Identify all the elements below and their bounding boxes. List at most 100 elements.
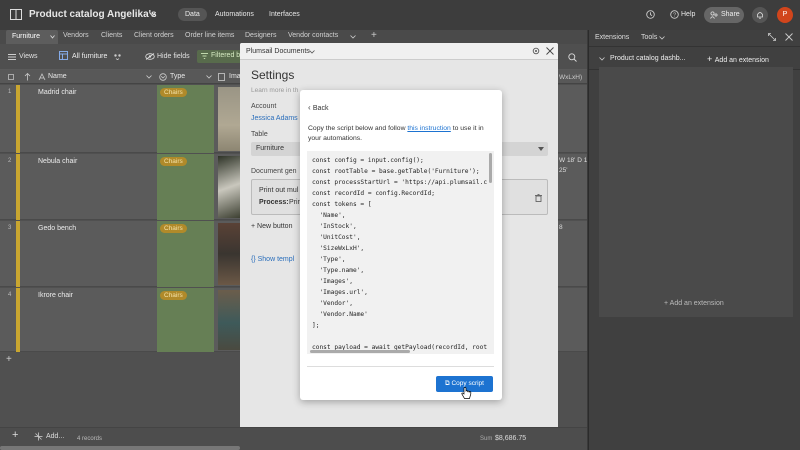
hide-fields-icon[interactable] [145,53,155,60]
show-template-label: Show templ [257,256,295,263]
nav-data[interactable]: Data [178,8,207,21]
sum-label: Sum [480,436,493,442]
tab-tools[interactable]: Tools [641,34,657,41]
tab-clients[interactable]: Clients [101,32,122,39]
expand-icon[interactable] [768,33,776,41]
chevron-down-icon[interactable] [599,57,605,61]
add-row-icon[interactable]: + [6,354,12,365]
view-switcher[interactable] [59,51,68,60]
tab-label: Furniture [12,33,41,40]
instructions: Copy the script below and follow this in… [308,124,496,144]
code-block[interactable]: const config = input.config(); const roo… [307,151,494,354]
back-label: Back [312,105,329,112]
avatar[interactable]: P [777,7,793,23]
add-extension-center[interactable]: + Add an extension [664,300,724,307]
code-line: ]; [312,322,320,329]
tab-designers[interactable]: Designers [245,32,277,39]
horizontal-scrollbar[interactable] [310,350,410,353]
row-number: 2 [8,158,12,164]
chevron-down-icon[interactable] [309,50,315,54]
account-link[interactable]: Jessica Adams [251,115,298,122]
tables-chevron-icon[interactable] [350,35,356,39]
show-template-link[interactable]: {} Show templ [251,256,294,263]
row-name[interactable]: Madrid chair [38,89,77,96]
row-name[interactable]: Ikrore chair [38,292,73,299]
gear-icon[interactable] [532,47,540,55]
tab-vendors[interactable]: Vendors [63,32,89,39]
column-type[interactable]: Type [170,73,185,80]
tab-client-orders[interactable]: Client orders [134,32,174,39]
history-icon[interactable] [646,10,655,19]
tab-furniture[interactable]: Furniture [6,30,58,44]
modal-header: Plumsail Documents [240,43,558,60]
tab-extensions[interactable]: Extensions [595,34,629,41]
row-number: 4 [8,292,12,298]
row-name[interactable]: Gedo bench [38,225,76,232]
table-label: Table [251,131,268,138]
help-link[interactable]: Help [681,11,695,18]
row-color-bar [16,85,20,153]
nav-interfaces[interactable]: Interfaces [269,11,300,18]
code-line: 'SizeWxLxH', [312,245,365,252]
code-line: 'Type', [312,256,346,263]
copy-script-label: Copy script [451,380,484,387]
product-image[interactable] [218,87,242,151]
hide-fields-button[interactable]: Hide fields [157,53,190,60]
code-icon: {} [251,256,258,263]
instructions-text-line2: your automations. [308,135,363,142]
notifications-icon[interactable] [752,7,768,23]
close-icon[interactable] [785,33,793,41]
add-table-icon[interactable]: + [371,30,377,41]
view-name[interactable]: All furniture [72,53,107,60]
new-button-link[interactable]: + New button [251,223,292,230]
back-button[interactable]: ‹ Back [308,103,328,112]
trash-icon[interactable] [535,194,542,202]
extension-placeholder[interactable]: + Add an extension [599,67,793,317]
add-icon[interactable]: + [12,429,18,441]
row-number: 3 [8,225,12,231]
add-options-icon[interactable] [34,432,43,441]
help-icon[interactable]: ? [670,10,679,19]
plus-icon: + [707,54,715,64]
menu-icon[interactable] [8,54,16,60]
instruction-link[interactable]: this instruction [407,125,450,132]
chevron-down-icon [50,35,55,39]
share-button[interactable]: Share [704,7,744,23]
nav-automations[interactable]: Automations [215,11,254,18]
size-column-header: WxLxH) [559,74,583,81]
tab-order-line-items[interactable]: Order line items [185,32,234,39]
add-extension-button[interactable]: + Add an extension [707,54,769,64]
view-options-icon[interactable] [113,53,122,60]
code-line: 'Vendor.Name' [312,311,368,318]
add-more-label[interactable]: Add... [46,433,64,440]
select-all-checkbox[interactable] [8,74,14,80]
chevron-down-icon[interactable] [149,12,156,17]
base-title[interactable]: Product catalog Angelika's [29,9,157,20]
code-line: const recordId = config.RecordId; [312,190,435,197]
views-button[interactable]: Views [19,53,38,60]
type-chip: Chairs [160,224,187,233]
product-image[interactable] [218,290,242,350]
search-icon[interactable] [568,53,577,62]
row-type-cell[interactable]: Chairs [157,154,214,220]
chevron-down-icon[interactable] [146,75,152,79]
filtered-button[interactable]: Filtered b [197,50,241,63]
row-name[interactable]: Nebula chair [38,158,77,165]
row-type-cell[interactable]: Chairs [157,288,214,352]
column-name[interactable]: Name [48,73,67,80]
product-image[interactable] [218,156,242,218]
modal-title[interactable]: Plumsail Documents [246,48,310,55]
product-image[interactable] [218,223,242,285]
row-type-cell[interactable]: Chairs [157,85,214,153]
chevron-down-icon[interactable] [206,75,212,79]
close-icon[interactable] [546,47,554,55]
vertical-scrollbar[interactable] [489,153,492,183]
horizontal-scrollbar[interactable] [0,446,240,450]
row-type-cell[interactable]: Chairs [157,221,214,287]
base-icon[interactable] [10,9,22,20]
code-line: 'Type.name', [312,267,365,274]
tab-vendor-contacts[interactable]: Vendor contacts [288,32,338,39]
chevron-down-icon[interactable] [659,36,665,40]
row-number: 1 [8,89,12,95]
dashboard-title[interactable]: Product catalog dashb... [610,55,686,62]
